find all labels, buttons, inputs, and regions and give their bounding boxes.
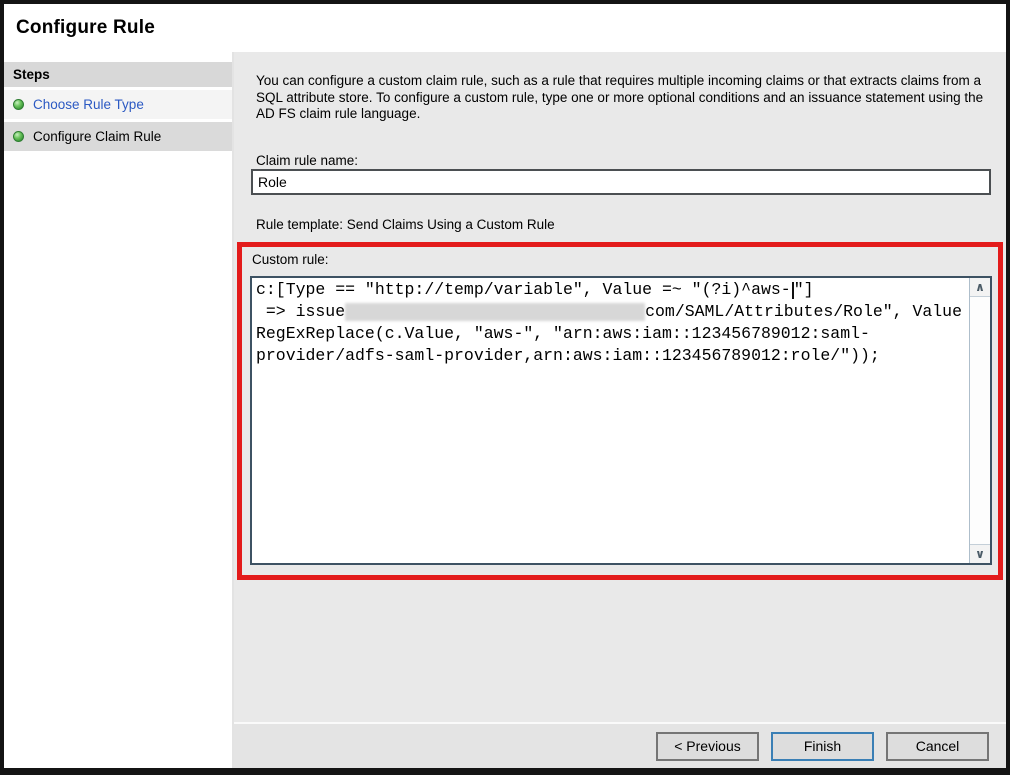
main-panel: You can configure a custom claim rule, s…	[234, 52, 1006, 768]
claim-rule-name-input[interactable]	[251, 169, 991, 195]
code-line-3: RegExReplace(c.Value, "aws-", "arn:aws:i…	[256, 323, 969, 345]
custom-rule-label: Custom rule:	[252, 252, 329, 267]
custom-rule-code[interactable]: c:[Type == "http://temp/variable", Value…	[252, 278, 969, 563]
step-label: Configure Claim Rule	[33, 129, 161, 144]
claim-rule-name-label: Claim rule name:	[256, 153, 358, 168]
annotation-highlight-box: Custom rule: c:[Type == "http://temp/var…	[237, 242, 1003, 580]
step-status-icon	[13, 99, 24, 110]
previous-button[interactable]: < Previous	[656, 732, 759, 761]
wizard-button-bar: < Previous Finish Cancel	[234, 722, 1006, 768]
window-titlebar: Configure Rule	[4, 4, 1006, 52]
step-label: Choose Rule Type	[33, 97, 144, 112]
wizard-content: Steps Choose Rule Type Configure Claim R…	[4, 52, 1006, 768]
rule-template-text: Rule template: Send Claims Using a Custo…	[256, 217, 555, 232]
steps-sidebar: Steps Choose Rule Type Configure Claim R…	[4, 52, 234, 768]
finish-button[interactable]: Finish	[771, 732, 874, 761]
custom-rule-editor[interactable]: c:[Type == "http://temp/variable", Value…	[250, 276, 992, 565]
steps-header: Steps	[4, 62, 232, 87]
configure-rule-window: Configure Rule Steps Choose Rule Type Co…	[0, 0, 1010, 775]
redacted-text-block	[345, 303, 645, 321]
page-title: Configure Rule	[16, 17, 155, 39]
wizard-description: You can configure a custom claim rule, s…	[256, 73, 994, 123]
code-line-1: c:[Type == "http://temp/variable", Value…	[256, 279, 969, 301]
vertical-scrollbar[interactable]: ∧ ∨	[969, 278, 990, 563]
code-line-4: provider/adfs-saml-provider,arn:aws:iam:…	[256, 345, 969, 367]
sidebar-item-choose-rule-type[interactable]: Choose Rule Type	[4, 90, 232, 119]
sidebar-item-configure-claim-rule[interactable]: Configure Claim Rule	[4, 122, 232, 151]
cancel-button[interactable]: Cancel	[886, 732, 989, 761]
step-status-icon	[13, 131, 24, 142]
scroll-up-icon[interactable]: ∧	[970, 278, 990, 297]
scroll-down-icon[interactable]: ∨	[970, 544, 990, 563]
code-line-2: => issuecom/SAML/Attributes/Role", Value…	[256, 301, 969, 323]
